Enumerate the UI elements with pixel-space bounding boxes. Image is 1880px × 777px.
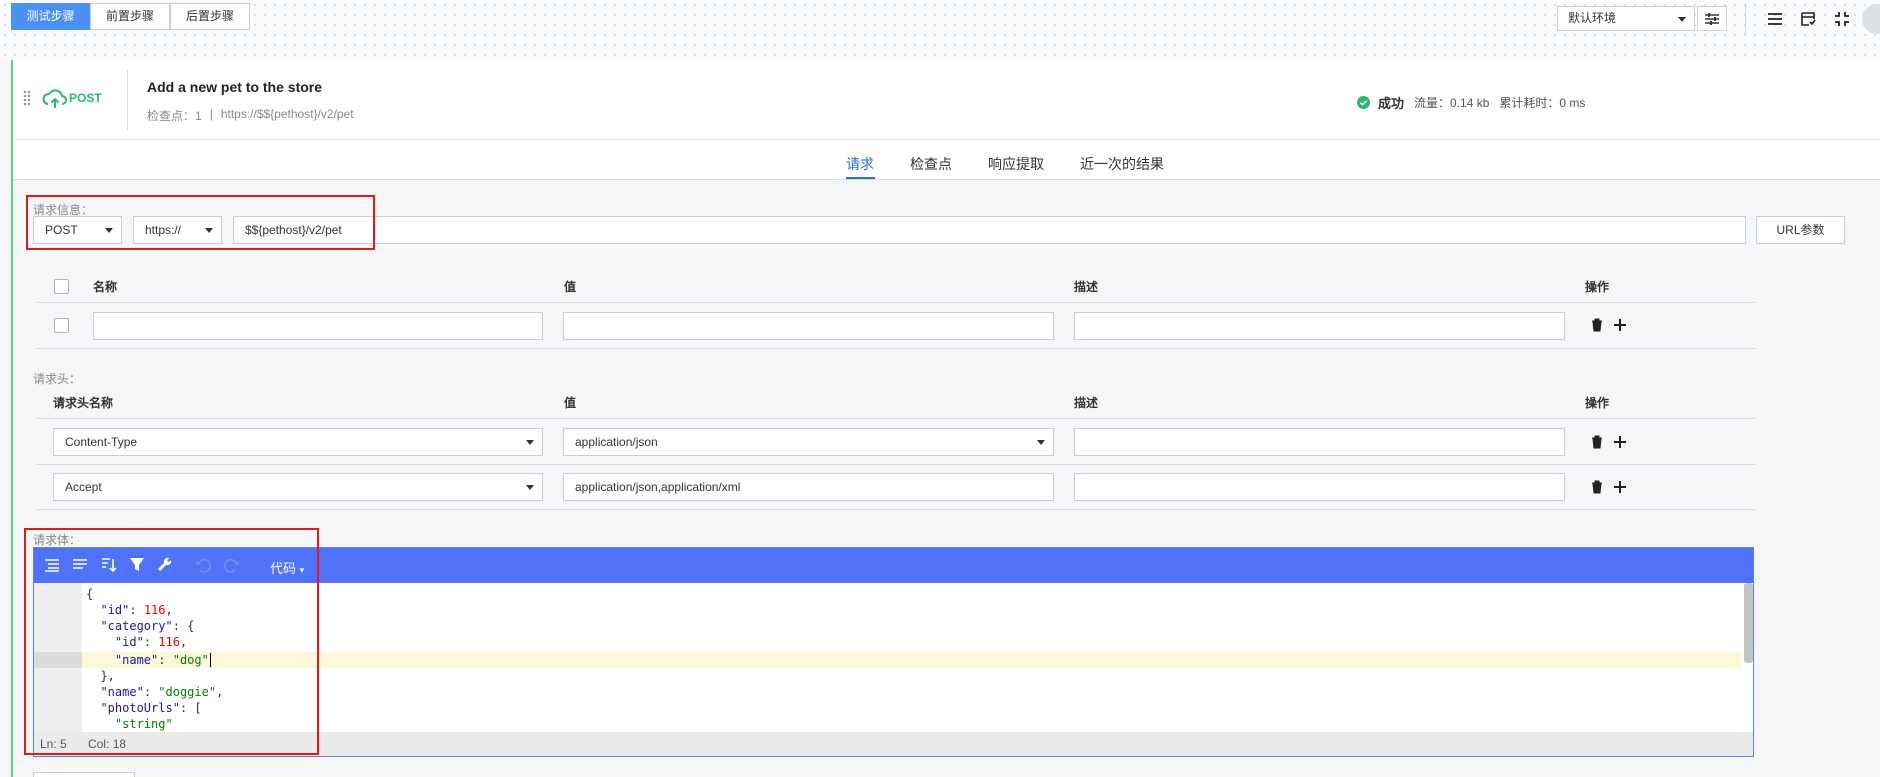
column-header-description: 描述 (1074, 280, 1099, 294)
header-name-select[interactable]: Accept (53, 473, 543, 501)
header-value-value: application/json (575, 435, 658, 449)
method-logo-text: POST (69, 91, 102, 105)
request-headers-label: 请求头： (33, 372, 82, 386)
column-header-value: 值 (564, 280, 577, 294)
request-tabs: 请求 检查点 响应提取 近一次的结果 (13, 140, 1880, 180)
cloud-upload-icon (42, 89, 67, 108)
url-params-label: URL参数 (1776, 223, 1825, 237)
column-header-description: 描述 (1074, 396, 1099, 410)
param-description-input[interactable] (1074, 312, 1565, 340)
plus-icon[interactable] (1613, 480, 1627, 494)
success-check-icon (1357, 96, 1370, 109)
header-value-input[interactable]: application/json,application/xml (563, 473, 1054, 501)
trash-icon[interactable] (1591, 318, 1603, 332)
header-value-value: application/json,application/xml (575, 480, 741, 494)
header-description-input[interactable] (1074, 473, 1565, 501)
select-all-checkbox[interactable] (54, 279, 69, 294)
chevron-down-icon (526, 440, 534, 445)
collapse-icon (1835, 12, 1849, 26)
step-card: POST Add a new pet to the store 检查点：1 | … (13, 60, 1880, 140)
highlight-box (26, 195, 375, 250)
step-title: Add a new pet to the store (147, 79, 323, 95)
header-name-value: Accept (65, 480, 102, 494)
tab-response-extract[interactable]: 响应提取 (988, 154, 1044, 174)
tab-post-steps[interactable]: 后置步骤 (170, 3, 250, 30)
step-url: https://$${pethost}/v2/pet (220, 107, 354, 121)
divider (127, 70, 128, 130)
tab-last-result[interactable]: 近一次的结果 (1080, 154, 1164, 174)
tab-checkpoints[interactable]: 检查点 (910, 154, 952, 174)
active-line-highlight (82, 652, 1741, 668)
tab-request[interactable]: 请求 (846, 154, 874, 174)
environment-label: 默认环境 (1568, 11, 1617, 25)
plus-icon[interactable] (1613, 435, 1627, 449)
active-tab-underline (846, 177, 875, 179)
trash-icon[interactable] (1591, 480, 1603, 494)
table-divider (36, 418, 1756, 419)
column-header-actions: 操作 (1585, 396, 1610, 410)
chevron-down-icon (526, 485, 534, 490)
calendar-view-button[interactable] (1797, 8, 1819, 30)
url-path-input[interactable]: $${pethost}/v2/pet (233, 216, 1746, 244)
header-description-input[interactable] (1074, 428, 1565, 456)
table-divider (36, 509, 1756, 510)
trash-icon[interactable] (1591, 435, 1603, 449)
column-header-value: 值 (564, 396, 577, 410)
list-icon (1768, 13, 1782, 25)
sliders-icon (1705, 12, 1719, 25)
tab-pre-steps[interactable]: 前置步骤 (90, 3, 170, 30)
param-name-input[interactable] (93, 312, 543, 340)
drag-handle-icon[interactable] (23, 90, 31, 109)
header-value-select[interactable]: application/json (563, 428, 1054, 456)
checkpoint-count: 检查点：1 (147, 109, 202, 123)
column-header-actions: 操作 (1585, 280, 1610, 294)
settings-sliders-button[interactable] (1697, 6, 1727, 31)
tab-test-steps[interactable]: 测试步骤 (11, 3, 90, 30)
environment-select[interactable]: 默认环境 (1557, 6, 1695, 31)
method-logo: POST (42, 87, 102, 109)
chevron-down-icon (1037, 440, 1045, 445)
partial-button[interactable] (33, 772, 135, 777)
list-view-button[interactable] (1764, 8, 1786, 30)
divider (1745, 4, 1746, 34)
row-checkbox[interactable] (54, 318, 69, 333)
traffic-value: 流量：0.14 kb (1414, 96, 1490, 110)
table-divider (36, 302, 1756, 303)
column-header-header-name: 请求头名称 (53, 396, 114, 410)
elapsed-time: 累计耗时：0 ms (1499, 96, 1586, 110)
highlight-box (24, 528, 319, 755)
editor-scrollbar[interactable] (1744, 583, 1753, 663)
separator: | (209, 107, 213, 121)
table-divider (36, 464, 1756, 465)
param-value-input[interactable] (563, 312, 1054, 340)
status-text: 成功 (1378, 96, 1405, 111)
column-header-name: 名称 (93, 280, 118, 294)
header-name-value: Content-Type (65, 435, 138, 449)
calendar-icon (1801, 12, 1816, 26)
plus-icon[interactable] (1613, 318, 1627, 332)
table-divider (36, 348, 1756, 349)
header-name-select[interactable]: Content-Type (53, 428, 543, 456)
code-area[interactable]: 1 2 3 4 5 6 7 8 9 10 { "id": 116, "categ… (82, 583, 1753, 732)
url-params-button[interactable]: URL参数 (1756, 216, 1845, 244)
collapse-button[interactable] (1831, 8, 1853, 30)
chevron-down-icon (1678, 17, 1686, 22)
